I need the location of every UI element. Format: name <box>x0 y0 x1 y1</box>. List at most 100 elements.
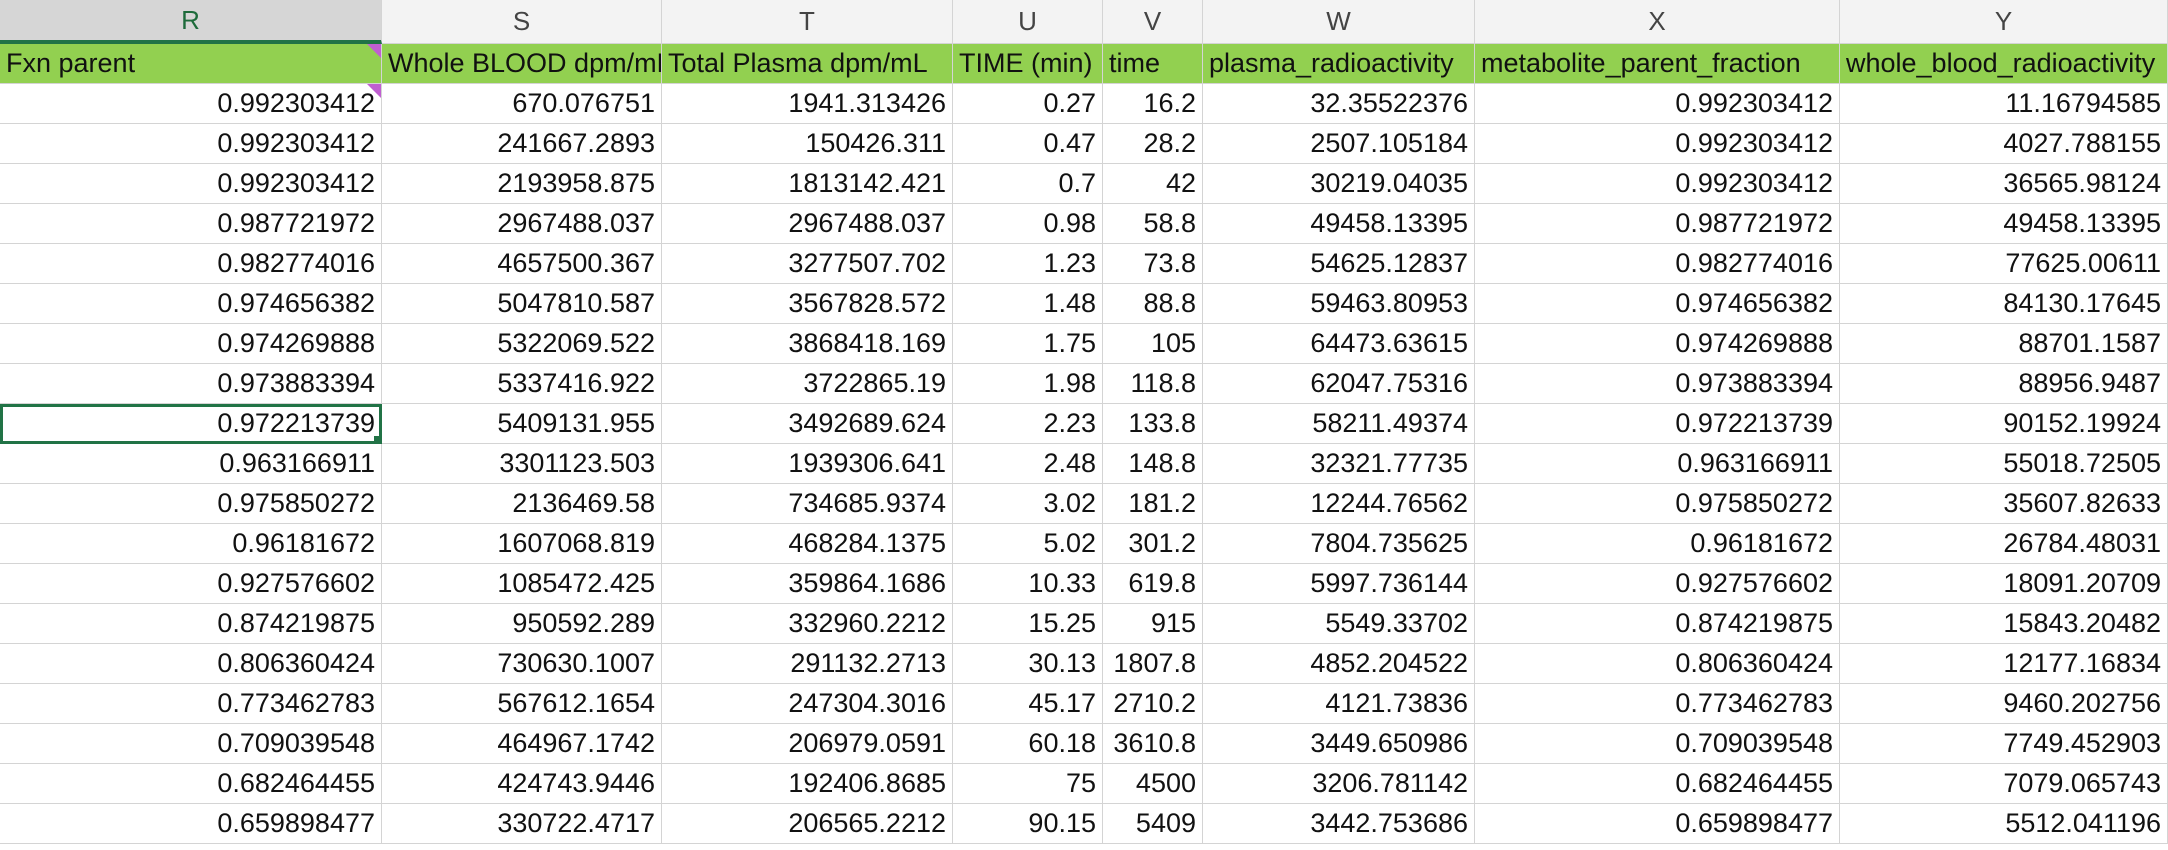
header-cell[interactable]: Total Plasma dpm/mL <box>662 44 953 84</box>
column-header-w[interactable]: W <box>1203 0 1475 44</box>
header-cell[interactable]: TIME (min) <box>953 44 1103 84</box>
table-cell[interactable]: 0.992303412 <box>0 164 382 204</box>
table-cell[interactable]: 15.25 <box>953 604 1103 644</box>
table-cell[interactable]: 88956.9487 <box>1840 364 2168 404</box>
table-cell[interactable]: 49458.13395 <box>1203 204 1475 244</box>
header-cell[interactable]: Whole BLOOD dpm/mL <box>382 44 662 84</box>
table-cell[interactable]: 0.992303412 <box>1475 164 1840 204</box>
table-cell[interactable]: 0.682464455 <box>1475 764 1840 804</box>
table-cell[interactable]: 0.992303412 <box>1475 84 1840 124</box>
table-cell[interactable]: 206979.0591 <box>662 724 953 764</box>
table-cell[interactable]: 62047.75316 <box>1203 364 1475 404</box>
table-cell[interactable]: 1.48 <box>953 284 1103 324</box>
table-cell[interactable]: 0.806360424 <box>0 644 382 684</box>
table-cell[interactable]: 90152.19924 <box>1840 404 2168 444</box>
table-cell[interactable]: 0.992303412 <box>0 84 382 124</box>
header-cell[interactable]: whole_blood_radioactivity <box>1840 44 2168 84</box>
table-cell[interactable]: 0.927576602 <box>0 564 382 604</box>
table-cell[interactable]: 75 <box>953 764 1103 804</box>
table-cell[interactable]: 1.75 <box>953 324 1103 364</box>
table-cell[interactable]: 1607068.819 <box>382 524 662 564</box>
table-cell[interactable]: 7749.452903 <box>1840 724 2168 764</box>
table-cell[interactable]: 18091.20709 <box>1840 564 2168 604</box>
table-cell[interactable]: 15843.20482 <box>1840 604 2168 644</box>
table-cell[interactable]: 330722.4717 <box>382 804 662 844</box>
column-header-u[interactable]: U <box>953 0 1103 44</box>
table-cell[interactable]: 5549.33702 <box>1203 604 1475 644</box>
table-cell[interactable]: 2.23 <box>953 404 1103 444</box>
table-cell[interactable]: 3442.753686 <box>1203 804 1475 844</box>
header-cell[interactable]: time <box>1103 44 1203 84</box>
table-cell[interactable]: 4657500.367 <box>382 244 662 284</box>
table-cell[interactable]: 0.982774016 <box>0 244 382 284</box>
table-cell[interactable]: 4121.73836 <box>1203 684 1475 724</box>
table-cell[interactable]: 0.659898477 <box>1475 804 1840 844</box>
table-cell[interactable]: 5409 <box>1103 804 1203 844</box>
table-cell[interactable]: 35607.82633 <box>1840 484 2168 524</box>
table-cell[interactable]: 3492689.624 <box>662 404 953 444</box>
table-cell[interactable]: 0.963166911 <box>0 444 382 484</box>
table-cell[interactable]: 26784.48031 <box>1840 524 2168 564</box>
table-cell[interactable]: 1085472.425 <box>382 564 662 604</box>
table-cell[interactable]: 3301123.503 <box>382 444 662 484</box>
table-cell[interactable]: 0.974269888 <box>1475 324 1840 364</box>
table-cell[interactable]: 2193958.875 <box>382 164 662 204</box>
table-cell[interactable]: 0.806360424 <box>1475 644 1840 684</box>
table-cell[interactable]: 424743.9446 <box>382 764 662 804</box>
column-header-y[interactable]: Y <box>1840 0 2168 44</box>
table-cell[interactable]: 105 <box>1103 324 1203 364</box>
table-cell[interactable]: 5997.736144 <box>1203 564 1475 604</box>
table-cell[interactable]: 0.992303412 <box>0 124 382 164</box>
table-cell[interactable]: 0.927576602 <box>1475 564 1840 604</box>
table-cell[interactable]: 0.973883394 <box>1475 364 1840 404</box>
table-cell[interactable]: 42 <box>1103 164 1203 204</box>
table-cell[interactable]: 464967.1742 <box>382 724 662 764</box>
column-header-s[interactable]: S <box>382 0 662 44</box>
table-cell[interactable]: 0.709039548 <box>0 724 382 764</box>
table-cell[interactable]: 670.076751 <box>382 84 662 124</box>
table-cell[interactable]: 3449.650986 <box>1203 724 1475 764</box>
table-cell[interactable]: 0.682464455 <box>0 764 382 804</box>
table-cell[interactable]: 301.2 <box>1103 524 1203 564</box>
table-cell[interactable]: 16.2 <box>1103 84 1203 124</box>
table-cell[interactable]: 12244.76562 <box>1203 484 1475 524</box>
table-cell[interactable]: 241667.2893 <box>382 124 662 164</box>
table-cell[interactable]: 90.15 <box>953 804 1103 844</box>
table-cell[interactable]: 10.33 <box>953 564 1103 604</box>
table-cell[interactable]: 0.874219875 <box>1475 604 1840 644</box>
table-cell[interactable]: 5322069.522 <box>382 324 662 364</box>
table-cell[interactable]: 11.16794585 <box>1840 84 2168 124</box>
table-cell[interactable]: 30219.04035 <box>1203 164 1475 204</box>
table-cell[interactable]: 2.48 <box>953 444 1103 484</box>
table-cell[interactable]: 3206.781142 <box>1203 764 1475 804</box>
table-cell[interactable]: 58211.49374 <box>1203 404 1475 444</box>
table-cell[interactable]: 247304.3016 <box>662 684 953 724</box>
table-cell[interactable]: 734685.9374 <box>662 484 953 524</box>
table-cell[interactable]: 0.659898477 <box>0 804 382 844</box>
table-cell[interactable]: 4500 <box>1103 764 1203 804</box>
table-cell[interactable]: 0.982774016 <box>1475 244 1840 284</box>
table-cell[interactable]: 291132.2713 <box>662 644 953 684</box>
table-cell[interactable]: 1.23 <box>953 244 1103 284</box>
table-cell[interactable]: 77625.00611 <box>1840 244 2168 284</box>
table-cell[interactable]: 730630.1007 <box>382 644 662 684</box>
table-cell[interactable]: 3868418.169 <box>662 324 953 364</box>
table-cell[interactable]: 0.963166911 <box>1475 444 1840 484</box>
table-cell[interactable]: 64473.63615 <box>1203 324 1475 364</box>
table-cell[interactable]: 73.8 <box>1103 244 1203 284</box>
table-cell[interactable]: 28.2 <box>1103 124 1203 164</box>
table-cell[interactable]: 4852.204522 <box>1203 644 1475 684</box>
column-header-x[interactable]: X <box>1475 0 1840 44</box>
table-cell[interactable]: 3277507.702 <box>662 244 953 284</box>
table-cell[interactable]: 0.773462783 <box>1475 684 1840 724</box>
table-cell[interactable]: 0.709039548 <box>1475 724 1840 764</box>
table-cell[interactable]: 0.973883394 <box>0 364 382 404</box>
table-cell[interactable]: 58.8 <box>1103 204 1203 244</box>
table-cell[interactable]: 60.18 <box>953 724 1103 764</box>
table-cell[interactable]: 1807.8 <box>1103 644 1203 684</box>
table-cell[interactable]: 206565.2212 <box>662 804 953 844</box>
table-cell[interactable]: 12177.16834 <box>1840 644 2168 684</box>
table-cell[interactable]: 88701.1587 <box>1840 324 2168 364</box>
table-cell[interactable]: 0.975850272 <box>0 484 382 524</box>
table-cell[interactable]: 30.13 <box>953 644 1103 684</box>
